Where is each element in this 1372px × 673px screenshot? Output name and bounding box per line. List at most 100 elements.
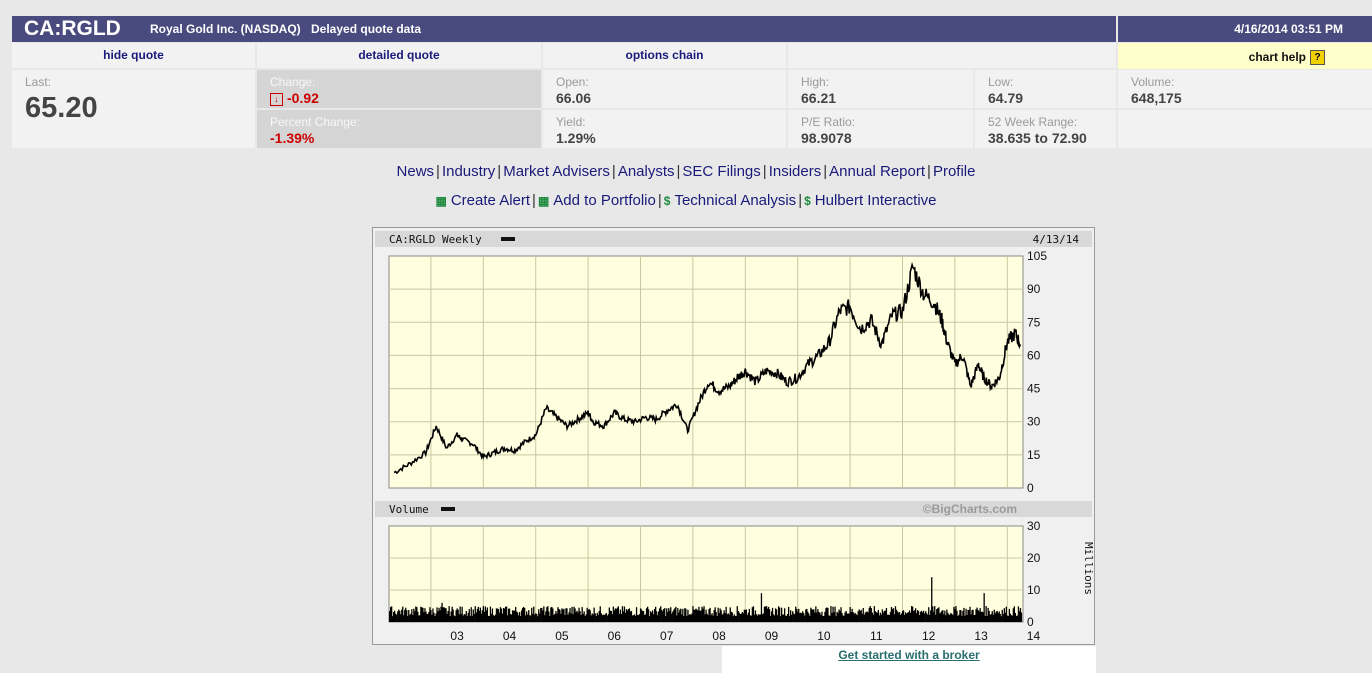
high-value: 66.21 — [801, 90, 837, 106]
tool-links: ▦ Create Alert | ▦ Add to Portfolio | $ Technic… — [0, 192, 1372, 209]
week-range-value: 38.635 to 72.90 — [988, 130, 1087, 146]
change-label: Change: — [270, 75, 316, 89]
separator: | — [676, 163, 681, 180]
x-tick-label: 07 — [660, 629, 674, 643]
open-cell: Open: 66.06 — [543, 70, 786, 108]
low-label: Low: — [988, 75, 1014, 89]
open-label: Open: — [556, 75, 589, 89]
separator: | — [762, 163, 767, 180]
ticker-symbol: CA:RGLD — [24, 17, 121, 40]
last-price: 65.20 — [25, 92, 98, 124]
market-advisers-link[interactable]: Market Advisers — [503, 163, 610, 180]
add-to-portfolio-link[interactable]: Add to Portfolio — [553, 192, 656, 209]
analysts-link[interactable]: Analysts — [618, 163, 675, 180]
quote-datetime: 4/16/2014 03:51 PM — [1234, 22, 1343, 36]
x-tick-label: 06 — [608, 629, 622, 643]
options-chain-tab[interactable]: options chain — [543, 43, 786, 68]
price-chart: CA:RGLD Weekly 4/13/14 1059075604530150 … — [375, 231, 1094, 643]
volume-tick-label: 20 — [1027, 551, 1041, 565]
yield-label: Yield: — [556, 115, 586, 129]
x-tick-label: 12 — [922, 629, 936, 643]
change-value: -0.92 — [287, 90, 319, 106]
low-value: 64.79 — [988, 90, 1024, 106]
separator: | — [823, 163, 828, 180]
week-range-cell: 52 Week Range: 38.635 to 72.90 — [975, 110, 1116, 148]
legend-swatch — [501, 237, 515, 241]
x-tick-label: 04 — [503, 629, 517, 643]
volume-label: Volume: — [1131, 75, 1175, 89]
separator: | — [532, 192, 536, 209]
pe-ratio-label: P/E Ratio: — [801, 115, 856, 129]
broker-banner: Get started with a broker — [722, 646, 1096, 673]
hide-quote-link[interactable]: hide quote — [103, 48, 164, 62]
x-tick-label: 08 — [712, 629, 726, 643]
separator: | — [611, 163, 616, 180]
price-panel-title-bar — [375, 231, 1092, 247]
arrow-down-icon: ↓ — [270, 93, 283, 106]
volume-plot-area — [388, 525, 1024, 623]
profile-link[interactable]: Profile — [933, 163, 976, 180]
hide-quote-tab[interactable]: hide quote — [12, 43, 255, 68]
dollar-icon: $ — [663, 194, 671, 208]
create-alert-link[interactable]: Create Alert — [451, 192, 530, 209]
dollar-icon: $ — [804, 194, 811, 208]
calculator-icon: ▦ — [537, 194, 550, 208]
x-tick-label: 05 — [555, 629, 569, 643]
volume-value: 648,175 — [1131, 90, 1182, 106]
volume-title: Volume — [389, 503, 429, 516]
x-tick-label: 13 — [974, 629, 988, 643]
industry-link[interactable]: Industry — [442, 163, 495, 180]
x-tick-label: 14 — [1027, 629, 1041, 643]
chart-help-label: chart help — [1248, 50, 1306, 64]
pe-ratio-cell: P/E Ratio: 98.9078 — [788, 110, 973, 148]
price-tick-label: 105 — [1027, 249, 1047, 263]
research-links: News | Industry | Market Advisers | Analysts | S… — [0, 163, 1372, 180]
x-tick-label: 03 — [450, 629, 464, 643]
price-tick-label: 30 — [1027, 415, 1041, 429]
company-name: Royal Gold Inc. (NASDAQ) — [150, 22, 301, 36]
x-tick-label: 10 — [817, 629, 831, 643]
volume-unit-label: Millions — [1082, 542, 1094, 595]
change-value-wrap: ↓ -0.92 — [270, 90, 319, 106]
technical-analysis-link[interactable]: Technical Analysis — [674, 192, 796, 209]
volume-bar — [1020, 612, 1023, 622]
high-cell: High: 66.21 — [788, 70, 973, 108]
price-plot-area — [388, 255, 1024, 489]
volume-cell: Volume: 648,175 — [1118, 70, 1372, 108]
sec-filings-link[interactable]: SEC Filings — [682, 163, 760, 180]
annual-report-link[interactable]: Annual Report — [829, 163, 925, 180]
yield-value: 1.29% — [556, 130, 596, 146]
separator: | — [798, 192, 803, 209]
last-label: Last: — [25, 75, 52, 89]
high-label: High: — [801, 75, 830, 89]
open-value: 66.06 — [556, 90, 592, 106]
separator: | — [657, 192, 662, 209]
news-link[interactable]: News — [397, 163, 435, 180]
detailed-quote-link[interactable]: detailed quote — [358, 48, 439, 62]
volume-tick-label: 10 — [1027, 583, 1041, 597]
get-started-broker-link[interactable]: Get started with a broker — [838, 648, 979, 662]
options-chain-link[interactable]: options chain — [626, 48, 704, 62]
low-cell: Low: 64.79 — [975, 70, 1116, 108]
chart-help-button[interactable]: chart help? — [1118, 43, 1372, 69]
separator: | — [927, 163, 931, 180]
price-tick-label: 0 — [1027, 481, 1034, 495]
yield-cell: Yield: 1.29% — [543, 110, 786, 148]
help-icon: ? — [1310, 50, 1325, 65]
chart-date: 4/13/14 — [1033, 233, 1080, 246]
insiders-link[interactable]: Insiders — [769, 163, 822, 180]
delayed-notice: Delayed quote data — [311, 22, 422, 36]
percent-change-cell: Percent Change: -1.39% — [257, 110, 541, 148]
calculator-icon: ▦ — [435, 194, 447, 208]
price-tick-label: 75 — [1027, 315, 1041, 329]
price-tick-label: 45 — [1027, 382, 1041, 396]
volume-tick-label: 0 — [1027, 615, 1034, 629]
watermark: ©BigCharts.com — [923, 502, 1017, 516]
percent-change-value: -1.39% — [270, 130, 315, 146]
hulbert-interactive-link[interactable]: Hulbert Interactive — [815, 192, 937, 209]
detailed-quote-tab[interactable]: detailed quote — [257, 43, 541, 68]
volume-axis: 30 20 10 0 — [1027, 519, 1041, 629]
separator: | — [436, 163, 440, 180]
volume-legend-swatch — [441, 507, 455, 511]
volume-tick-label: 30 — [1027, 519, 1041, 533]
